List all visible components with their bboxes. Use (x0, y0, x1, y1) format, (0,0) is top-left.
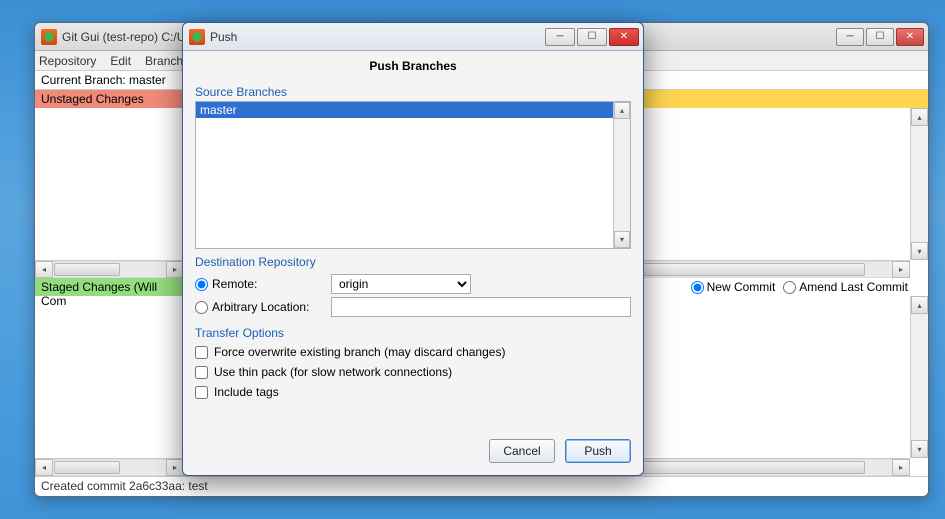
scroll-right-icon[interactable]: ▸ (892, 459, 910, 476)
menu-branch[interactable]: Branch (145, 54, 183, 68)
scroll-down-icon[interactable]: ▾ (911, 242, 928, 260)
dialog-close-button[interactable]: ✕ (609, 28, 639, 46)
destination-repo-label: Destination Repository (195, 255, 631, 269)
dialog-title: Push (210, 30, 237, 44)
list-vscroll[interactable]: ▴ ▾ (613, 102, 630, 248)
remote-radio[interactable]: Remote: (195, 277, 325, 291)
statusbar: Created commit 2a6c33aa: test (35, 476, 928, 496)
close-button[interactable]: ✕ (896, 28, 924, 46)
force-overwrite-label: Force overwrite existing branch (may dis… (214, 345, 505, 359)
menu-repository[interactable]: Repository (39, 54, 96, 68)
thin-pack-label: Use thin pack (for slow network connecti… (214, 365, 452, 379)
diff-vscroll[interactable]: ▴ ▾ (910, 108, 928, 260)
push-button[interactable]: Push (565, 439, 631, 463)
current-branch-label: Current Branch: (41, 73, 129, 87)
cancel-button[interactable]: Cancel (489, 439, 555, 463)
amend-commit-radio[interactable]: Amend Last Commit (783, 280, 908, 294)
scroll-down-icon[interactable]: ▾ (614, 231, 630, 248)
hscroll-thumb[interactable] (54, 461, 120, 474)
scroll-up-icon[interactable]: ▴ (911, 108, 928, 126)
msg-vscroll[interactable]: ▴ ▾ (910, 296, 928, 458)
transfer-options-label: Transfer Options (195, 326, 631, 340)
include-tags-label: Include tags (214, 385, 279, 399)
list-item[interactable]: master (196, 102, 613, 118)
scroll-right-icon[interactable]: ▸ (892, 261, 910, 278)
hscroll-track[interactable] (53, 459, 166, 476)
scroll-left-icon[interactable]: ◂ (35, 459, 53, 476)
unstaged-changes-header: Unstaged Changes (35, 90, 185, 108)
minimize-button[interactable]: ─ (836, 28, 864, 46)
force-overwrite-checkbox[interactable] (195, 346, 208, 359)
hscroll-thumb[interactable] (54, 263, 120, 276)
dialog-titlebar[interactable]: Push ─ ☐ ✕ (183, 23, 643, 51)
dialog-minimize-button[interactable]: ─ (545, 28, 575, 46)
app-icon (41, 29, 57, 45)
hscroll-track[interactable] (53, 261, 166, 278)
staged-list[interactable]: ◂ ▸ (35, 296, 185, 476)
staged-changes-header: Staged Changes (Will Com (35, 278, 185, 296)
arbitrary-location-input[interactable] (331, 297, 631, 317)
include-tags-checkbox[interactable] (195, 386, 208, 399)
remote-select[interactable]: origin (331, 274, 471, 294)
thin-pack-checkbox[interactable] (195, 366, 208, 379)
dialog-maximize-button[interactable]: ☐ (577, 28, 607, 46)
arbitrary-radio[interactable]: Arbitrary Location: (195, 300, 325, 314)
scroll-left-icon[interactable]: ◂ (35, 261, 53, 278)
source-branches-label: Source Branches (195, 85, 631, 99)
source-branches-list[interactable]: master ▴ ▾ (195, 101, 631, 249)
dialog-heading: Push Branches (195, 59, 631, 73)
unstaged-list[interactable]: ◂ ▸ (35, 108, 185, 278)
menu-edit[interactable]: Edit (110, 54, 131, 68)
scroll-up-icon[interactable]: ▴ (614, 102, 630, 119)
dialog-icon (189, 29, 205, 45)
scroll-up-icon[interactable]: ▴ (911, 296, 928, 314)
scroll-down-icon[interactable]: ▾ (911, 440, 928, 458)
push-dialog: Push ─ ☐ ✕ Push Branches Source Branches… (182, 22, 644, 476)
current-branch-name: master (129, 73, 166, 87)
new-commit-radio[interactable]: New Commit (691, 280, 776, 294)
maximize-button[interactable]: ☐ (866, 28, 894, 46)
